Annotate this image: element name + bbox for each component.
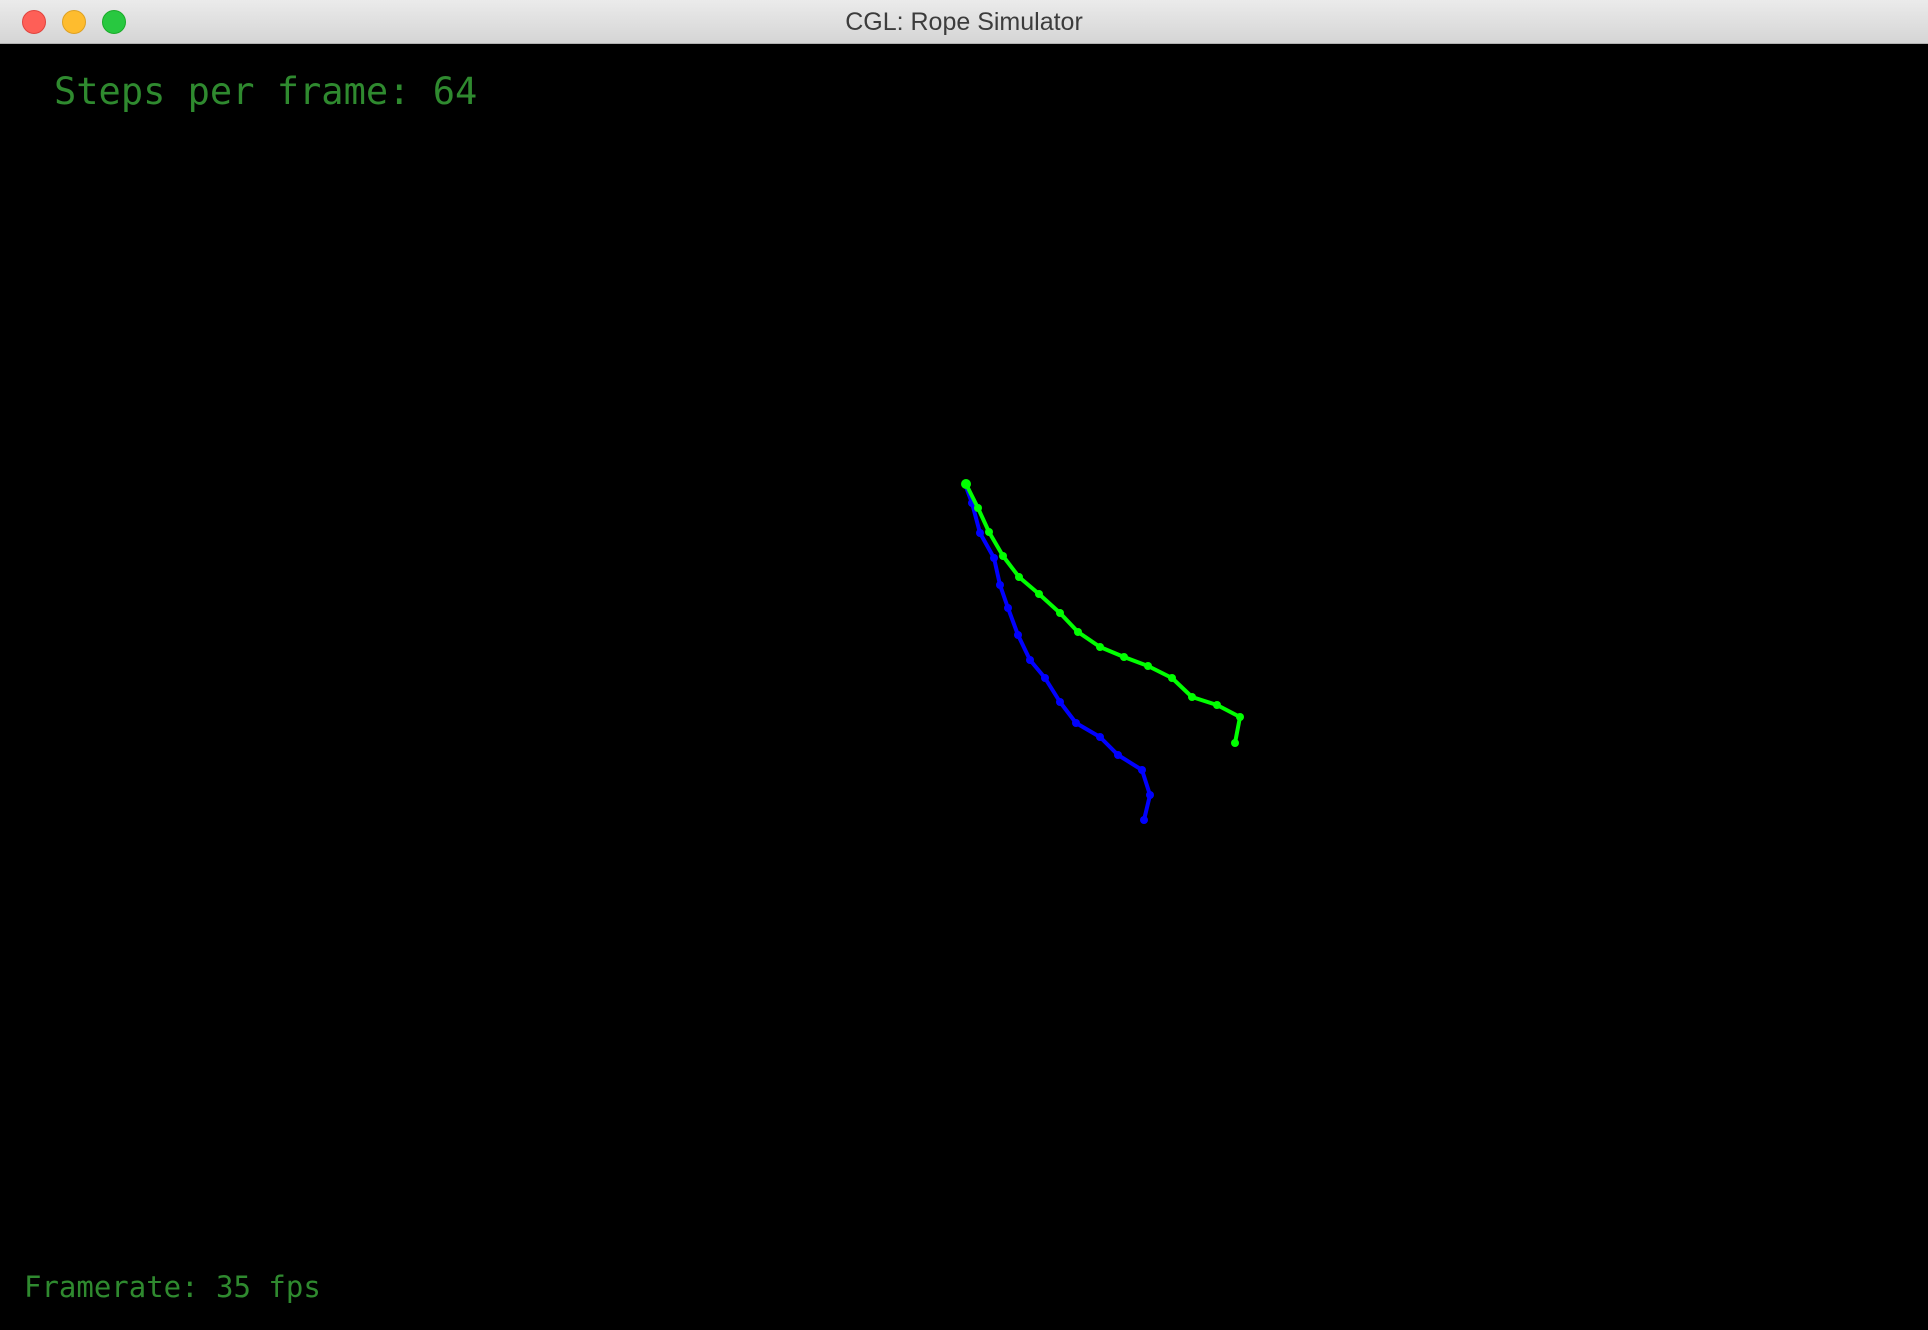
green-rope-line bbox=[964, 483, 1242, 744]
blue-rope-node bbox=[1014, 631, 1022, 639]
green-rope-node bbox=[974, 504, 982, 512]
blue-rope-node bbox=[990, 554, 998, 562]
blue-rope-node bbox=[1041, 674, 1049, 682]
blue-rope-node bbox=[1072, 719, 1080, 727]
blue-rope-node bbox=[976, 529, 984, 537]
blue-rope-node bbox=[1146, 791, 1154, 799]
green-rope-node bbox=[1035, 590, 1043, 598]
green-rope-node bbox=[1188, 693, 1196, 701]
app-window: CGL: Rope Simulator Steps per frame: 64 … bbox=[0, 0, 1928, 1330]
blue-rope-line bbox=[963, 483, 1152, 821]
blue-rope-node bbox=[1096, 733, 1104, 741]
green-rope-node bbox=[1120, 653, 1128, 661]
framerate-label: Framerate: 35 fps bbox=[24, 1270, 321, 1304]
green-rope-node bbox=[985, 528, 993, 536]
blue-rope-node bbox=[1138, 766, 1146, 774]
green-rope-node bbox=[1168, 674, 1176, 682]
blue-rope-node bbox=[1114, 751, 1122, 759]
green-rope-node bbox=[1096, 643, 1104, 651]
blue-rope-node bbox=[1056, 698, 1064, 706]
green-rope-anchor bbox=[961, 479, 971, 489]
green-rope-node bbox=[1015, 573, 1023, 581]
green-rope-node bbox=[1213, 701, 1221, 709]
steps-per-frame-label: Steps per frame: 64 bbox=[54, 70, 478, 113]
blue-rope-node bbox=[1140, 816, 1148, 824]
green-rope-node bbox=[1236, 713, 1244, 721]
blue-rope-node bbox=[1004, 604, 1012, 612]
blue-rope-node bbox=[996, 581, 1004, 589]
rope-scene bbox=[961, 479, 1244, 824]
blue-rope-node bbox=[1026, 656, 1034, 664]
green-rope-node bbox=[1074, 628, 1082, 636]
green-rope-node bbox=[1144, 662, 1152, 670]
green-rope-node bbox=[999, 552, 1007, 560]
green-rope-node bbox=[1231, 739, 1239, 747]
green-rope bbox=[961, 479, 1244, 747]
green-rope-node bbox=[1056, 609, 1064, 617]
